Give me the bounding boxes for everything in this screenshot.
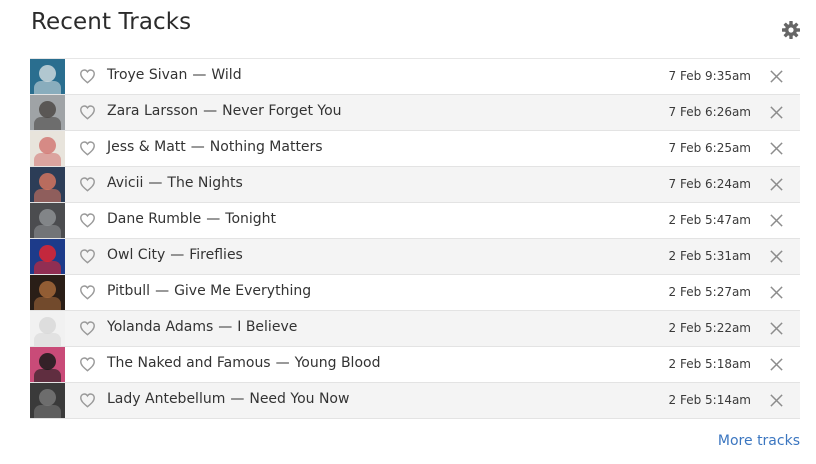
album-art[interactable] <box>30 239 65 274</box>
track-separator: — <box>230 391 245 407</box>
track-timestamp: 2 Feb 5:47am <box>668 213 752 227</box>
track-row: Pitbull — Give Me Everything 2 Feb 5:27am <box>30 275 800 311</box>
heart-icon[interactable] <box>79 140 96 156</box>
album-art[interactable] <box>30 275 65 310</box>
close-icon[interactable] <box>769 321 784 336</box>
close-icon[interactable] <box>769 213 784 228</box>
track-separator: — <box>170 247 185 263</box>
track-row: Jess & Matt — Nothing Matters 7 Feb 6:25am <box>30 131 800 167</box>
track-timestamp: 7 Feb 6:26am <box>668 105 752 119</box>
close-icon[interactable] <box>769 357 784 372</box>
track-artist[interactable]: Jess & Matt <box>107 139 186 155</box>
track-title[interactable]: Nothing Matters <box>210 139 323 155</box>
track-artist[interactable]: Dane Rumble <box>107 211 201 227</box>
track-separator: — <box>155 283 170 299</box>
album-art[interactable] <box>30 311 65 346</box>
track-name[interactable]: Owl City — Fireflies <box>107 247 243 263</box>
track-row: Zara Larsson — Never Forget You 7 Feb 6:26… <box>30 95 800 131</box>
track-separator: — <box>148 175 163 191</box>
track-name[interactable]: Jess & Matt — Nothing Matters <box>107 139 323 155</box>
track-timestamp: 2 Feb 5:31am <box>668 249 752 263</box>
album-art[interactable] <box>30 59 65 94</box>
track-row: Troye Sivan — Wild 7 Feb 9:35am <box>30 59 800 95</box>
track-artist[interactable]: Zara Larsson <box>107 103 198 119</box>
track-title[interactable]: I Believe <box>237 319 297 335</box>
track-separator: — <box>275 355 290 371</box>
track-timestamp: 2 Feb 5:27am <box>668 285 752 299</box>
recent-tracks-widget: Recent Tracks Troye Sivan — Wild 7 Feb 9:3… <box>0 0 816 464</box>
track-separator: — <box>192 67 207 83</box>
track-row: Avicii — The Nights 7 Feb 6:24am <box>30 167 800 203</box>
track-timestamp: 2 Feb 5:22am <box>668 321 752 335</box>
gear-icon[interactable] <box>781 20 801 40</box>
heart-icon[interactable] <box>79 284 96 300</box>
track-title[interactable]: Fireflies <box>189 247 243 263</box>
track-timestamp: 7 Feb 9:35am <box>668 69 752 83</box>
heart-icon[interactable] <box>79 212 96 228</box>
more-tracks-link[interactable]: More tracks <box>718 433 800 449</box>
track-title[interactable]: Give Me Everything <box>174 283 311 299</box>
album-art[interactable] <box>30 95 65 130</box>
album-art[interactable] <box>30 203 65 238</box>
album-art[interactable] <box>30 383 65 418</box>
track-name[interactable]: Zara Larsson — Never Forget You <box>107 103 342 119</box>
track-separator: — <box>203 103 218 119</box>
track-timestamp: 7 Feb 6:24am <box>668 177 752 191</box>
track-row: Owl City — Fireflies 2 Feb 5:31am <box>30 239 800 275</box>
widget-title: Recent Tracks <box>31 9 192 35</box>
track-title[interactable]: Tonight <box>225 211 276 227</box>
track-title[interactable]: Never Forget You <box>222 103 341 119</box>
track-name[interactable]: Troye Sivan — Wild <box>107 67 242 83</box>
track-title[interactable]: The Nights <box>167 175 242 191</box>
track-separator: — <box>218 319 233 335</box>
track-artist[interactable]: Yolanda Adams <box>107 319 213 335</box>
track-artist[interactable]: Pitbull <box>107 283 150 299</box>
track-separator: — <box>190 139 205 155</box>
heart-icon[interactable] <box>79 356 96 372</box>
track-artist[interactable]: Troye Sivan <box>107 67 187 83</box>
heart-icon[interactable] <box>79 320 96 336</box>
heart-icon[interactable] <box>79 248 96 264</box>
track-row: The Naked and Famous — Young Blood 2 Feb 5… <box>30 347 800 383</box>
album-art[interactable] <box>30 167 65 202</box>
heart-icon[interactable] <box>79 392 96 408</box>
track-artist[interactable]: Avicii <box>107 175 143 191</box>
track-artist[interactable]: Lady Antebellum <box>107 391 225 407</box>
close-icon[interactable] <box>769 249 784 264</box>
track-row: Dane Rumble — Tonight 2 Feb 5:47am <box>30 203 800 239</box>
close-icon[interactable] <box>769 393 784 408</box>
track-artist[interactable]: The Naked and Famous <box>107 355 271 371</box>
album-art[interactable] <box>30 131 65 166</box>
track-timestamp: 2 Feb 5:18am <box>668 357 752 371</box>
track-name[interactable]: The Naked and Famous — Young Blood <box>107 355 380 371</box>
track-row: Yolanda Adams — I Believe 2 Feb 5:22am <box>30 311 800 347</box>
track-row: Lady Antebellum — Need You Now 2 Feb 5:14a… <box>30 383 800 419</box>
track-timestamp: 7 Feb 6:25am <box>668 141 752 155</box>
track-name[interactable]: Dane Rumble — Tonight <box>107 211 276 227</box>
track-artist[interactable]: Owl City <box>107 247 165 263</box>
track-list: Troye Sivan — Wild 7 Feb 9:35am Zara Larss… <box>30 58 800 419</box>
heart-icon[interactable] <box>79 68 96 84</box>
track-timestamp: 2 Feb 5:14am <box>668 393 752 407</box>
close-icon[interactable] <box>769 105 784 120</box>
track-name[interactable]: Avicii — The Nights <box>107 175 243 191</box>
close-icon[interactable] <box>769 285 784 300</box>
track-title[interactable]: Need You Now <box>249 391 349 407</box>
heart-icon[interactable] <box>79 176 96 192</box>
track-separator: — <box>206 211 221 227</box>
track-name[interactable]: Lady Antebellum — Need You Now <box>107 391 349 407</box>
close-icon[interactable] <box>769 177 784 192</box>
close-icon[interactable] <box>769 69 784 84</box>
close-icon[interactable] <box>769 141 784 156</box>
track-title[interactable]: Young Blood <box>295 355 381 371</box>
album-art[interactable] <box>30 347 65 382</box>
track-name[interactable]: Pitbull — Give Me Everything <box>107 283 311 299</box>
heart-icon[interactable] <box>79 104 96 120</box>
track-title[interactable]: Wild <box>211 67 241 83</box>
track-name[interactable]: Yolanda Adams — I Believe <box>107 319 297 335</box>
